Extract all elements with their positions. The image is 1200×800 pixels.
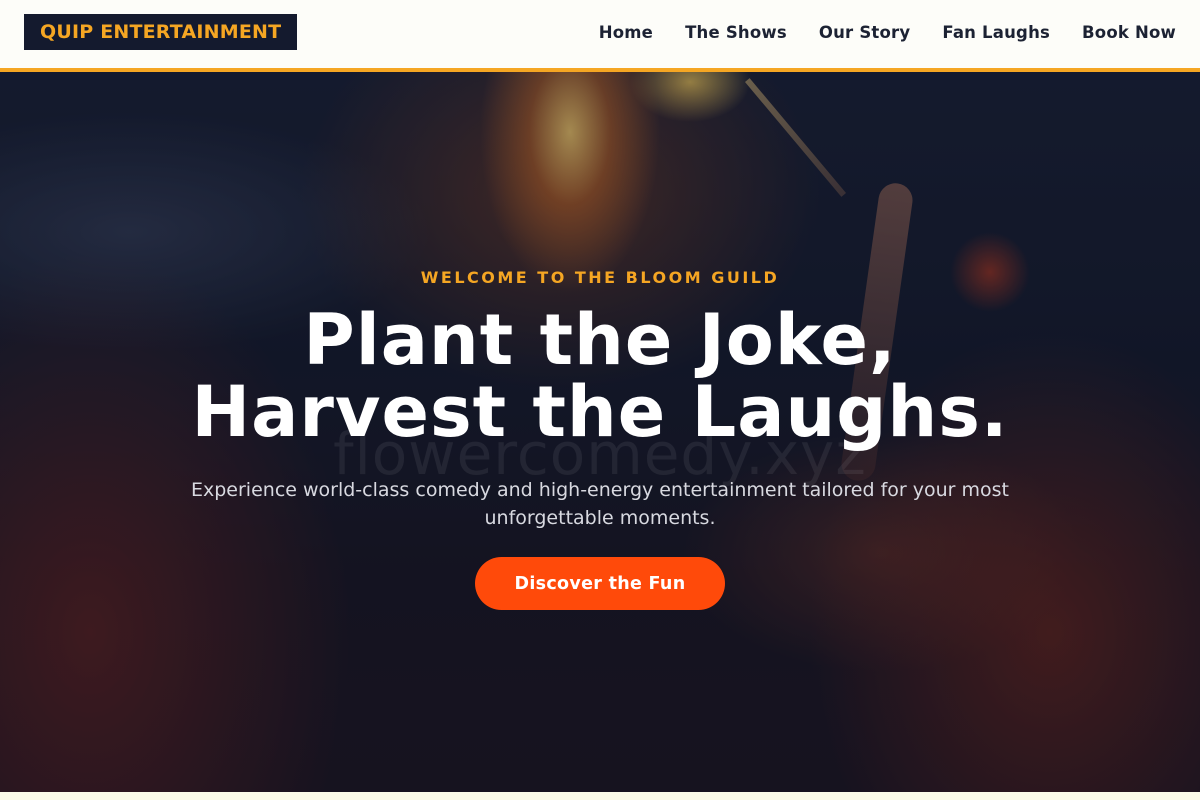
hero-subtext: Experience world-class comedy and high-e… — [191, 479, 1009, 529]
site-header: QUIP ENTERTAINMENT Home The Shows Our St… — [0, 0, 1200, 72]
site-logo[interactable]: QUIP ENTERTAINMENT — [24, 14, 298, 50]
nav-the-shows[interactable]: The Shows — [685, 23, 787, 42]
nav-home[interactable]: Home — [599, 23, 653, 42]
hero-section: flowercomedy.xyz WELCOME TO THE BLOOM GU… — [0, 72, 1200, 792]
hero-eyebrow: WELCOME TO THE BLOOM GUILD — [420, 268, 780, 287]
main-nav: Home The Shows Our Story Fan Laughs Book… — [599, 23, 1176, 42]
discover-the-fun-button[interactable]: Discover the Fun — [475, 557, 725, 610]
hero-headline: Plant the Joke, Harvest the Laughs. — [0, 304, 1200, 448]
next-section-edge — [0, 792, 1200, 800]
nav-our-story[interactable]: Our Story — [819, 23, 910, 42]
hero-headline-line-2: Harvest the Laughs. — [191, 371, 1009, 453]
nav-book-now[interactable]: Book Now — [1082, 23, 1176, 42]
hero-headline-line-1: Plant the Joke, — [303, 299, 897, 381]
nav-fan-laughs[interactable]: Fan Laughs — [942, 23, 1050, 42]
